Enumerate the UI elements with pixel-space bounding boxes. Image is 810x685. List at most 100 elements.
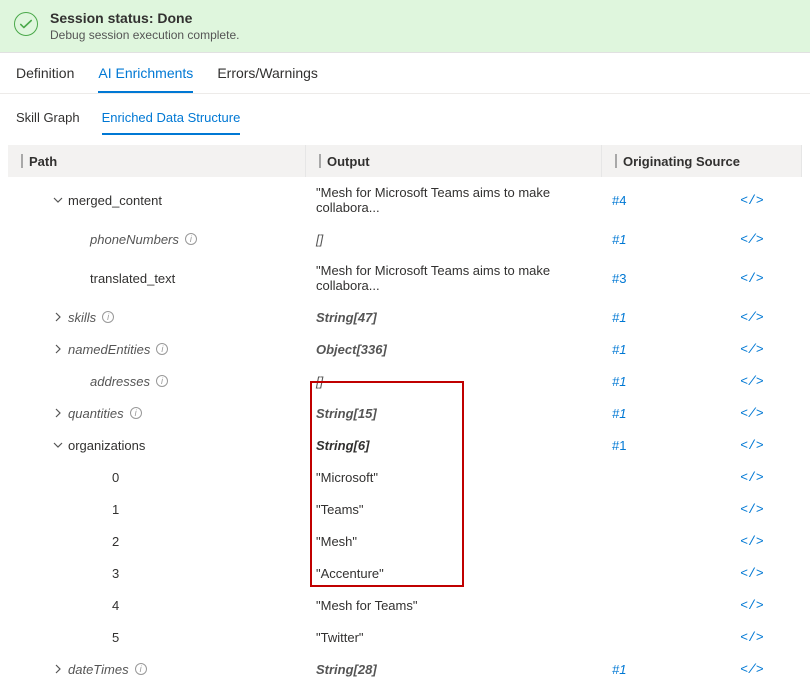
source-cell: #1: [602, 430, 722, 461]
chevron-right-icon[interactable]: [52, 407, 64, 419]
code-icon[interactable]: </>: [740, 662, 763, 677]
table-row: organizationsString[6]#1</>: [8, 429, 802, 461]
table-row: 0 "Microsoft" </>: [8, 461, 802, 493]
action-cell: </>: [722, 185, 782, 216]
code-icon[interactable]: </>: [740, 534, 763, 549]
source-link[interactable]: #1: [612, 438, 626, 453]
table-row: namedEntities i Object[336] #1 </>: [8, 333, 802, 365]
path-cell: 0: [8, 462, 306, 493]
header-path[interactable]: Path: [8, 145, 306, 177]
source-link[interactable]: #1: [612, 406, 626, 421]
source-cell: #1: [602, 366, 722, 397]
header-source[interactable]: Originating Source: [602, 145, 802, 177]
table-row: 5"Twitter"</>: [8, 621, 802, 653]
main-tabs: Definition AI Enrichments Errors/Warning…: [0, 53, 810, 94]
info-icon[interactable]: i: [156, 375, 168, 387]
code-icon[interactable]: </>: [740, 598, 763, 613]
output-value: String[47]: [316, 310, 377, 325]
action-cell: </>: [722, 590, 782, 621]
table-row: addressesi[]#1</>: [8, 365, 802, 397]
output-value: Object[336]: [316, 342, 387, 357]
table-row: translated_text"Mesh for Microsoft Teams…: [8, 255, 802, 301]
output-value: "Mesh": [316, 534, 357, 549]
source-link[interactable]: #1: [612, 232, 626, 247]
code-icon[interactable]: </>: [740, 310, 763, 325]
source-link[interactable]: #1: [612, 374, 626, 389]
sub-tabs: Skill Graph Enriched Data Structure: [0, 94, 810, 135]
source-link[interactable]: #1: [612, 342, 626, 357]
code-icon[interactable]: </>: [740, 271, 763, 286]
path-label: phoneNumbers: [90, 232, 179, 247]
path-label: 0: [112, 470, 119, 485]
info-icon[interactable]: i: [185, 233, 197, 245]
code-icon[interactable]: </>: [740, 470, 763, 485]
path-cell: 5: [8, 622, 306, 653]
source-link[interactable]: #4: [612, 193, 626, 208]
info-icon[interactable]: i: [156, 343, 168, 355]
action-cell: </>: [722, 263, 782, 294]
code-icon[interactable]: </>: [740, 438, 763, 453]
chevron-right-icon[interactable]: [52, 311, 64, 323]
chevron-down-icon[interactable]: [52, 439, 64, 451]
chevron-right-icon[interactable]: [52, 663, 64, 675]
tab-definition[interactable]: Definition: [16, 65, 74, 93]
output-cell: Object[336]: [306, 334, 602, 365]
table-row: 4"Mesh for Teams"</>: [8, 589, 802, 621]
source-cell: [602, 533, 722, 549]
output-value: []: [316, 232, 323, 247]
status-title: Session status: Done: [50, 10, 239, 26]
action-cell: </>: [722, 334, 782, 365]
output-cell: "Teams": [306, 494, 602, 525]
action-cell: </>: [722, 302, 782, 333]
chevron-down-icon[interactable]: [52, 194, 64, 206]
subtab-enriched-data-structure[interactable]: Enriched Data Structure: [102, 110, 241, 135]
code-icon[interactable]: </>: [740, 374, 763, 389]
code-icon[interactable]: </>: [740, 566, 763, 581]
action-cell: </>: [722, 558, 782, 589]
data-table: Path Output Originating Source merged_co…: [0, 135, 810, 685]
code-icon[interactable]: </>: [740, 502, 763, 517]
path-label: dateTimes: [68, 662, 129, 677]
code-icon[interactable]: </>: [740, 193, 763, 208]
code-icon[interactable]: </>: [740, 406, 763, 421]
output-cell: "Mesh for Teams": [306, 590, 602, 621]
output-cell: "Microsoft": [306, 462, 602, 493]
table-row: 1"Teams"</>: [8, 493, 802, 525]
info-icon[interactable]: i: [130, 407, 142, 419]
check-circle-icon: [14, 12, 38, 36]
header-output[interactable]: Output: [306, 145, 602, 177]
source-link[interactable]: #1: [612, 310, 626, 325]
source-cell: [602, 565, 722, 581]
action-cell: </>: [722, 494, 782, 525]
output-cell: "Mesh for Microsoft Teams aims to make c…: [306, 255, 602, 301]
table-row: dateTimes i String[28] #1 </>: [8, 653, 802, 685]
tab-ai-enrichments[interactable]: AI Enrichments: [98, 65, 193, 93]
code-icon[interactable]: </>: [740, 232, 763, 247]
info-icon[interactable]: i: [135, 663, 147, 675]
output-value: String[28]: [316, 662, 377, 677]
path-label: namedEntities: [68, 342, 150, 357]
output-value: "Mesh for Microsoft Teams aims to make c…: [316, 185, 592, 215]
session-status-bar: Session status: Done Debug session execu…: [0, 0, 810, 53]
source-link[interactable]: #1: [612, 662, 626, 677]
info-icon[interactable]: i: [102, 311, 114, 323]
path-cell: 3: [8, 558, 306, 589]
output-value: "Microsoft": [316, 470, 378, 485]
path-cell: translated_text: [8, 263, 306, 294]
source-cell: [602, 469, 722, 485]
action-cell: </>: [722, 622, 782, 653]
chevron-right-icon[interactable]: [52, 343, 64, 355]
path-cell: 2: [8, 526, 306, 557]
action-cell: </>: [722, 430, 782, 461]
path-cell: organizations: [8, 430, 306, 461]
code-icon[interactable]: </>: [740, 342, 763, 357]
source-link[interactable]: #3: [612, 271, 626, 286]
output-cell: "Mesh": [306, 526, 602, 557]
tab-errors-warnings[interactable]: Errors/Warnings: [217, 65, 318, 93]
table-row: quantitiesiString[15]#1</>: [8, 397, 802, 429]
subtab-skill-graph[interactable]: Skill Graph: [16, 110, 80, 135]
path-label: 2: [112, 534, 119, 549]
output-value: "Accenture": [316, 566, 384, 581]
table-row: 2 "Mesh" </>: [8, 525, 802, 557]
path-label: quantities: [68, 406, 124, 421]
